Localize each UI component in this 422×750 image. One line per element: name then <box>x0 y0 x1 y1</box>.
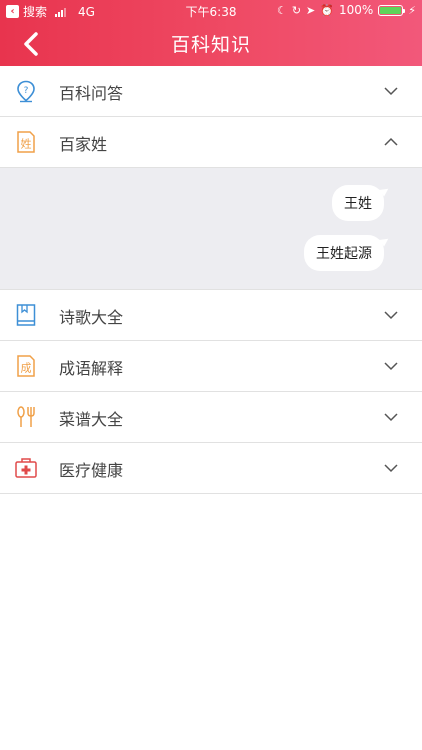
alarm-icon: ⏰ <box>320 3 334 17</box>
category-label: 菜谱大全 <box>59 410 124 429</box>
page-title: 百科知识 <box>170 34 251 56</box>
nav-bar: 百科知识 <box>0 22 422 66</box>
surname-card-icon: 姓 <box>17 131 35 153</box>
chevron-down-icon <box>384 413 398 422</box>
svg-text:成: 成 <box>21 362 32 375</box>
battery-icon <box>378 4 406 16</box>
battery-percent: 100% <box>338 3 374 17</box>
svg-text:姓: 姓 <box>21 137 32 151</box>
category-label: 成语解释 <box>59 359 124 378</box>
category-row-poems[interactable]: 诗歌大全 <box>0 290 422 341</box>
category-row-health[interactable]: 医疗健康 <box>0 443 422 494</box>
spoon-fork-icon <box>17 406 35 427</box>
category-label: 百科问答 <box>59 84 124 103</box>
chevron-down-icon <box>384 311 398 320</box>
moon-icon: ☾ <box>276 3 287 17</box>
chevron-down-icon <box>384 362 398 371</box>
category-list: ? 百科问答 姓 百家姓 王姓 王姓起源 诗歌大全 成 成语解释 菜谱大全 医疗… <box>0 66 422 494</box>
charging-icon: ⚡ <box>408 3 416 17</box>
category-row-recipes[interactable]: 菜谱大全 <box>0 392 422 443</box>
category-row-surnames[interactable]: 姓 百家姓 <box>0 117 422 168</box>
category-label: 诗歌大全 <box>59 308 124 327</box>
chevron-down-icon <box>384 87 398 96</box>
top-bar: ‹ 搜索 4G 下午6:38 ☾ ↻ ➤ ⏰ 100% ⚡ 百科知识 <box>0 0 422 66</box>
medical-kit-icon <box>15 458 37 478</box>
chevron-down-icon <box>384 464 398 473</box>
category-row-idioms[interactable]: 成 成语解释 <box>0 341 422 392</box>
category-label: 百家姓 <box>59 135 108 154</box>
svg-text:?: ? <box>24 86 29 96</box>
book-icon <box>16 304 36 326</box>
status-right: ☾ ↻ ➤ ⏰ 100% ⚡ <box>277 3 416 17</box>
status-bar: ‹ 搜索 4G 下午6:38 ☾ ↻ ➤ ⏰ 100% ⚡ <box>0 0 422 22</box>
category-row-qa[interactable]: ? 百科问答 <box>0 66 422 117</box>
location-icon: ➤ <box>306 3 316 17</box>
subitem-bubble[interactable]: 王姓 <box>332 185 384 221</box>
question-pin-icon: ? <box>17 80 35 103</box>
subitem-bubble[interactable]: 王姓起源 <box>304 235 384 271</box>
chevron-up-icon <box>384 137 398 146</box>
surname-subitems: 王姓 王姓起源 <box>0 168 422 290</box>
lock-rotation-icon: ↻ <box>291 3 302 17</box>
category-label: 医疗健康 <box>59 461 124 480</box>
idiom-card-icon: 成 <box>17 355 35 377</box>
